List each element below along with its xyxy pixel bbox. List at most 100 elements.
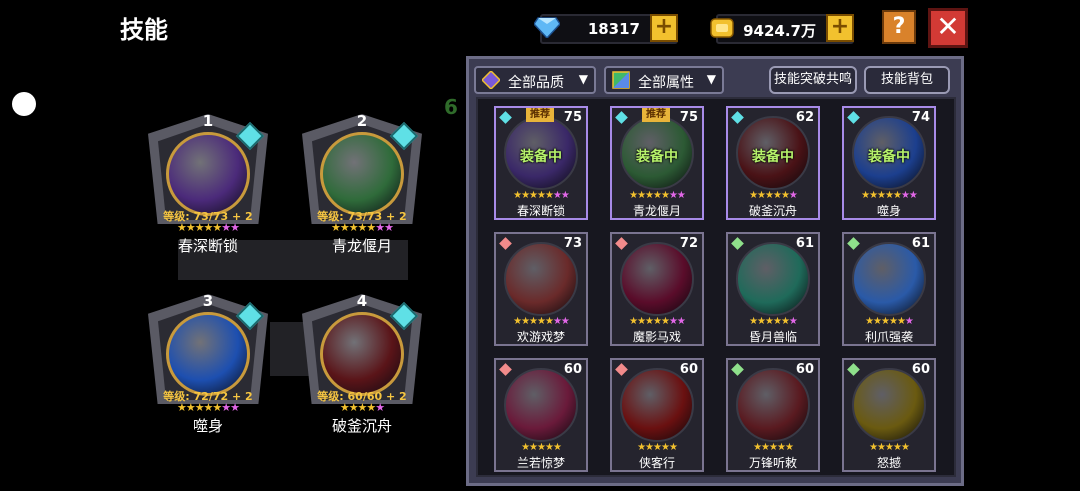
card-level: 61 bbox=[911, 236, 930, 251]
gem-count: 18317 bbox=[587, 20, 640, 38]
element-diamond-icon bbox=[731, 111, 744, 124]
background-number: 6 bbox=[444, 95, 458, 119]
add-gems-button[interactable]: + bbox=[650, 14, 678, 42]
diamond-gem-icon bbox=[534, 17, 560, 38]
skill-orb-icon bbox=[852, 242, 926, 316]
equipped-label: 装备中 bbox=[636, 149, 678, 165]
equipped-label: 装备中 bbox=[520, 149, 562, 165]
card-skill-name: 魔影马戏 bbox=[632, 330, 681, 344]
card-skill-name: 怒撼 bbox=[876, 456, 901, 470]
card-level: 74 bbox=[911, 110, 930, 125]
slot-skill-name: 青龙偃月 bbox=[331, 237, 392, 255]
skill-card[interactable]: 61 ★★★★★★ 利爪强袭 bbox=[842, 232, 936, 346]
slot-number: 2 bbox=[356, 112, 368, 130]
add-gold-button[interactable]: + bbox=[826, 14, 854, 42]
skill-card[interactable]: 60 ★★★★★ 万锋听敕 bbox=[726, 358, 820, 472]
gold-coin-icon bbox=[710, 18, 734, 38]
recommended-badge: 推荐 bbox=[642, 108, 670, 122]
slot-number: 4 bbox=[356, 292, 368, 310]
skill-card[interactable]: 72 ★★★★★★★ 魔影马戏 bbox=[610, 232, 704, 346]
card-level: 60 bbox=[679, 362, 698, 377]
skill-orb-icon bbox=[320, 132, 404, 216]
skill-orb-icon bbox=[166, 132, 250, 216]
skill-card[interactable]: 73 ★★★★★★★ 欢游戏梦 bbox=[494, 232, 588, 346]
attribute-filter-label: 全部属性 bbox=[638, 75, 694, 91]
element-diamond-icon bbox=[731, 363, 744, 376]
card-skill-name: 侠客行 bbox=[638, 456, 675, 470]
prism-icon bbox=[482, 71, 500, 89]
page-title: 技能 bbox=[120, 16, 168, 44]
card-skill-name: 兰若惊梦 bbox=[516, 456, 565, 470]
skill-orb-icon bbox=[320, 312, 404, 396]
star-rating: ★★★★★ bbox=[521, 442, 562, 453]
element-diamond-icon bbox=[847, 363, 860, 376]
card-level: 60 bbox=[563, 362, 582, 377]
skill-orb-icon bbox=[504, 368, 578, 442]
star-rating: ★★★★★★★ bbox=[629, 190, 686, 201]
skill-orb-icon bbox=[620, 368, 694, 442]
skill-card[interactable]: 61 ★★★★★★ 昏月兽临 bbox=[726, 232, 820, 346]
element-diamond-icon bbox=[731, 237, 744, 250]
star-rating: ★★★★★★★ bbox=[176, 221, 240, 234]
star-rating: ★★★★★★ bbox=[749, 316, 798, 327]
equipped-slot-4[interactable]: 4 等级: 60/60 + 2 ★★★★★ 破釜沉舟 bbox=[292, 280, 432, 435]
skill-card[interactable]: 60 ★★★★★ 侠客行 bbox=[610, 358, 704, 472]
equipped-slot-1[interactable]: 1 等级: 73/73 + 2 ★★★★★★★ 春深断锁 bbox=[138, 100, 278, 255]
skill-card[interactable]: 74 装备中 ★★★★★★★ 噬身 bbox=[842, 106, 936, 220]
star-rating: ★★★★★★★ bbox=[176, 401, 240, 414]
equipped-slot-2[interactable]: 2 等级: 73/73 + 2 ★★★★★★★ 青龙偃月 bbox=[292, 100, 432, 255]
gold-counter: 9424.7万 + bbox=[710, 14, 854, 44]
slot-skill-name: 噬身 bbox=[192, 417, 223, 435]
slot-number: 3 bbox=[202, 292, 214, 310]
chevron-down-icon: ▼ bbox=[706, 72, 716, 86]
skill-orb-icon bbox=[166, 312, 250, 396]
star-rating: ★★★★★★★ bbox=[513, 316, 570, 327]
element-diamond-icon bbox=[615, 363, 628, 376]
attribute-filter-dropdown[interactable]: 全部属性 ▼ bbox=[604, 66, 724, 94]
card-level: 62 bbox=[795, 110, 814, 125]
card-skill-name: 春深断锁 bbox=[516, 204, 565, 218]
help-button[interactable]: ? bbox=[882, 10, 916, 44]
skill-card[interactable]: 60 ★★★★★ 兰若惊梦 bbox=[494, 358, 588, 472]
quality-filter-label: 全部品质 bbox=[508, 75, 564, 91]
element-diamond-icon bbox=[499, 111, 512, 124]
skill-orb-icon bbox=[736, 242, 810, 316]
skill-card[interactable]: 62 装备中 ★★★★★★ 破釜沉舟 bbox=[726, 106, 820, 220]
skill-card[interactable]: 60 ★★★★★ 怒撼 bbox=[842, 358, 936, 472]
equipped-slot-3[interactable]: 3 等级: 72/72 + 2 ★★★★★★★ 噬身 bbox=[138, 280, 278, 435]
element-diamond-icon bbox=[499, 237, 512, 250]
skill-bag-button[interactable]: 技能背包 bbox=[864, 66, 950, 94]
star-rating: ★★★★★ bbox=[869, 442, 910, 453]
card-level: 72 bbox=[679, 236, 698, 251]
close-button[interactable]: ✕ bbox=[928, 8, 968, 48]
star-rating: ★★★★★★★ bbox=[629, 316, 686, 327]
quality-filter-dropdown[interactable]: 全部品质 ▼ bbox=[474, 66, 596, 94]
slot-skill-name: 春深断锁 bbox=[177, 237, 238, 255]
slot-number: 1 bbox=[202, 112, 214, 130]
slot-skill-name: 破釜沉舟 bbox=[331, 417, 392, 435]
skill-card[interactable]: 75 推荐 装备中 ★★★★★★★ 青龙偃月 bbox=[610, 106, 704, 220]
star-rating: ★★★★★★ bbox=[865, 316, 914, 327]
card-level: 60 bbox=[911, 362, 930, 377]
skill-resonance-button[interactable]: 技能突破共鸣 bbox=[769, 66, 857, 94]
skill-orb-icon bbox=[620, 242, 694, 316]
recommended-badge: 推荐 bbox=[526, 108, 554, 122]
skill-orb-icon bbox=[852, 368, 926, 442]
card-level: 61 bbox=[795, 236, 814, 251]
star-rating: ★★★★★ bbox=[753, 442, 794, 453]
skill-orb-icon bbox=[736, 368, 810, 442]
equipped-label: 装备中 bbox=[868, 149, 910, 165]
star-rating: ★★★★★★ bbox=[749, 190, 798, 201]
chevron-down-icon: ▼ bbox=[578, 72, 588, 86]
skill-card[interactable]: 75 推荐 装备中 ★★★★★★★ 春深断锁 bbox=[494, 106, 588, 220]
star-rating: ★★★★★★★ bbox=[513, 190, 570, 201]
star-rating: ★★★★★ bbox=[637, 442, 678, 453]
star-rating: ★★★★★★★ bbox=[861, 190, 918, 201]
star-rating: ★★★★★★★ bbox=[330, 221, 394, 234]
star-rating: ★★★★★ bbox=[339, 401, 385, 414]
card-level: 75 bbox=[679, 110, 698, 125]
card-skill-name: 利爪强袭 bbox=[864, 330, 913, 344]
card-skill-name: 噬身 bbox=[876, 204, 901, 218]
gold-count: 9424.7万 bbox=[743, 22, 816, 40]
floating-dot[interactable] bbox=[12, 92, 36, 116]
